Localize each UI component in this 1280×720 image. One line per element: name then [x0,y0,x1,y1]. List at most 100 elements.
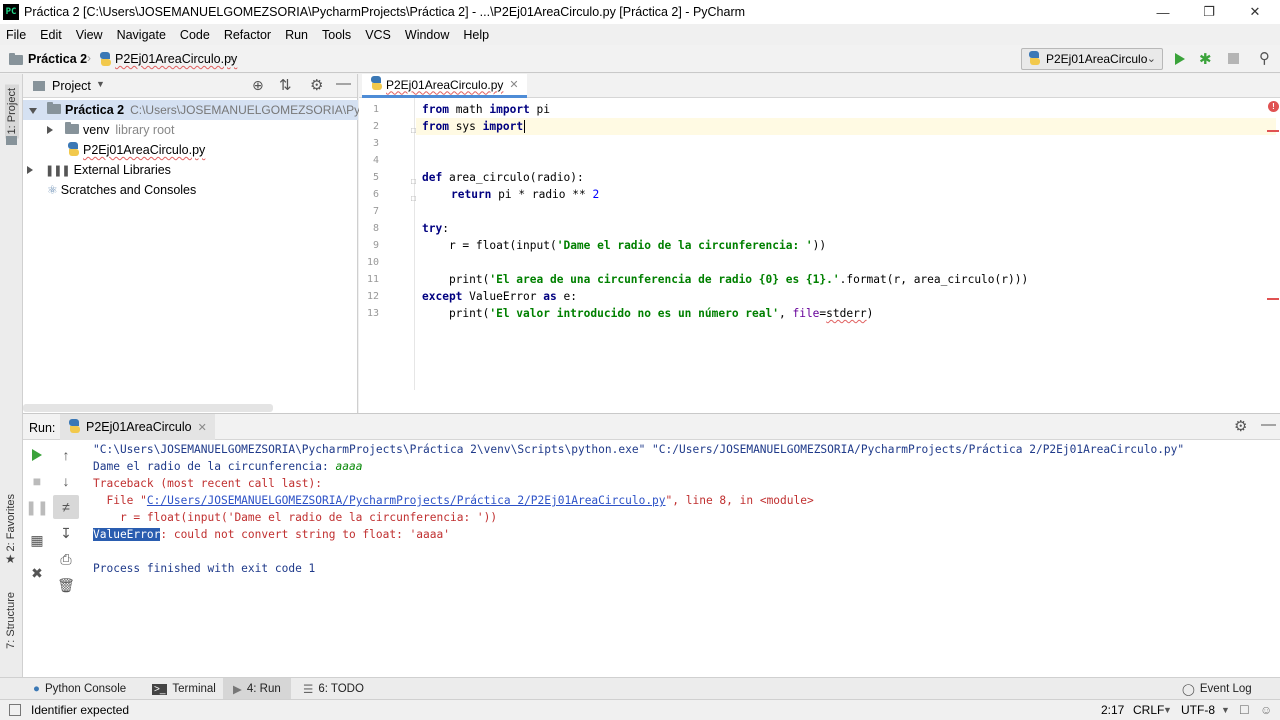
gear-icon[interactable]: ⚙ [310,76,323,94]
hide-panel-icon[interactable]: — [1261,416,1276,433]
menu-help[interactable]: Help [456,28,496,42]
structure-tool-tab[interactable]: 7: Structure [5,592,17,649]
toggle-tool-windows-icon[interactable] [9,704,21,716]
collapse-all-icon[interactable]: ⇅ [279,76,292,94]
run-configuration-select[interactable]: P2Ej01AreaCirculo ⌄ [1021,48,1163,70]
chevron-down-icon[interactable]: ▼ [96,79,105,89]
output-traceback-code: r = float(input('Dame el radio de la cir… [93,511,498,524]
code-line-2[interactable]: from sys import [422,120,532,133]
project-panel-title[interactable]: Project [52,79,91,93]
run-icon: ▶ [233,684,242,696]
window-title: Práctica 2 [C:\Users\JOSEMANUELGOMEZSORI… [24,5,746,19]
run-config-label: P2Ej01AreaCirculo [1046,52,1148,66]
folder-icon [65,122,79,137]
tree-item-venv[interactable]: venv library root [23,120,174,140]
breadcrumb-file[interactable]: P2Ej01AreaCirculo.py [115,52,237,66]
menu-navigate[interactable]: Navigate [110,28,173,42]
line-number: 3 [372,138,379,149]
selected-error-name[interactable]: ValueError [93,528,161,541]
tree-root-project[interactable]: Práctica 2 C:\Users\JOSEMANUELGOMEZSORIA… [23,100,379,120]
trash-icon[interactable]: 🗑 [53,573,79,597]
down-arrow-icon[interactable]: ↓ [53,469,79,493]
editor-tab[interactable]: P2Ej01AreaCirculo.py ✕ [362,74,527,98]
fold-marker-icon[interactable]: □ [411,177,416,186]
file-encoding[interactable]: UTF-8 [1181,703,1215,717]
python-file-icon [68,418,80,436]
rerun-button[interactable] [24,443,50,467]
gear-icon[interactable]: ⚙ [1234,417,1247,435]
menu-window[interactable]: Window [398,28,456,42]
python-file-icon [99,52,111,69]
minimize-button[interactable]: — [1140,0,1186,24]
line-number: 13 [366,308,379,319]
code-line-11[interactable]: print('El area de una circunferencia de … [422,273,1028,286]
breadcrumb-separator-icon: › [229,51,233,65]
menu-vcs[interactable]: VCS [358,28,398,42]
inspector-icon[interactable]: ☺ [1260,703,1272,717]
run-tab[interactable]: P2Ej01AreaCirculo ✕ [60,414,215,440]
menu-tools[interactable]: Tools [315,28,358,42]
close-window-button[interactable]: ✕ [1232,0,1278,24]
project-panel: Project ▼ ⊕ ⇅ ⚙ — Práctica 2 C:\Users\JO… [23,74,379,413]
code-line-6[interactable]: return pi * radio ** 2 [451,188,599,201]
horizontal-scrollbar[interactable] [23,404,273,412]
debug-bug-icon[interactable]: ✱ [1199,50,1212,68]
code-line-8[interactable]: try: [422,222,449,235]
breadcrumb-project[interactable]: Práctica 2 [28,52,87,66]
code-line-9[interactable]: r = float(input('Dame el radio de la cir… [422,239,826,252]
run-tool-tab[interactable]: ▶ 4: Run [223,678,291,700]
error-indicator-icon[interactable]: ! [1268,101,1279,112]
menu-view[interactable]: View [69,28,110,42]
error-stripe-marker[interactable] [1267,130,1279,132]
code-line-5[interactable]: def area_circulo(radio): [422,171,584,184]
code-line-1[interactable]: from math import pi [422,103,550,116]
up-arrow-icon[interactable]: ↑ [53,443,79,467]
menu-refactor[interactable]: Refactor [217,28,278,42]
python-file-icon [370,76,382,93]
tree-item-file[interactable]: P2Ej01AreaCirculo.py [23,140,205,160]
search-everywhere-icon[interactable]: ⚲ [1259,49,1270,67]
error-stripe-marker[interactable] [1267,298,1279,300]
todo-tab[interactable]: ☰ 6: TODO [303,678,364,700]
lock-icon[interactable]: ☐ [1239,703,1250,717]
terminal-tab[interactable]: >_ Terminal [152,678,216,700]
favorites-tool-tab[interactable]: 2: Favorites [5,494,17,551]
event-log-tab[interactable]: ◯ Event Log [1182,678,1252,700]
line-separator[interactable]: CRLF [1133,703,1164,717]
close-tab-icon[interactable]: ✕ [509,78,518,91]
code-line-12[interactable]: except ValueError as e: [422,290,577,303]
traceback-file-link[interactable]: C:/Users/JOSEMANUELGOMEZSORIA/PycharmPro… [147,494,666,507]
line-number: 11 [366,274,379,285]
menu-code[interactable]: Code [173,28,217,42]
locate-target-icon[interactable]: ⊕ [252,77,264,94]
hide-panel-icon[interactable]: — [336,75,351,92]
close-tab-icon[interactable]: ✕ [198,421,207,434]
python-console-icon: ● [33,683,40,695]
breadcrumb-separator-icon: › [87,51,91,65]
star-icon: ★ [5,552,16,566]
pin-icon[interactable]: ✖ [24,561,50,585]
menu-edit[interactable]: Edit [33,28,69,42]
soft-wrap-icon[interactable]: ≠ [53,495,79,519]
python-console-tab[interactable]: ● Python Console [33,678,126,700]
layout-icon[interactable]: ▦ [24,528,50,552]
tree-item-external-libraries[interactable]: ❚❚❚ External Libraries [23,160,171,180]
menu-run[interactable]: Run [278,28,315,42]
project-tool-tab[interactable]: 1: Project [5,84,19,139]
print-icon[interactable]: ⎙ [53,547,79,571]
restore-button[interactable]: ❐ [1186,0,1232,24]
fold-marker-icon[interactable]: □ [411,126,416,135]
caret-position[interactable]: 2:17 [1101,703,1124,717]
run-button[interactable] [1175,53,1185,65]
tree-item-scratches[interactable]: ⚛ Scratches and Consoles [23,180,196,200]
pause-icon[interactable]: ❚❚ [24,495,50,519]
code-line-13[interactable]: print('El valor introducido no es un núm… [422,307,873,320]
scroll-to-end-icon[interactable]: ↧ [53,521,79,545]
python-file-icon [1028,50,1040,68]
status-bar: Identifier expected 2:17 CRLF ▼ UTF-8 ▼ … [0,699,1280,720]
menu-file[interactable]: File [0,28,33,42]
stop-button[interactable] [1228,53,1239,64]
bottom-tool-tabs: ● Python Console >_ Terminal ▶ 4: Run ☰ 6: T… [0,677,1280,700]
fold-marker-icon[interactable]: □ [411,194,416,203]
stop-icon[interactable]: ■ [24,469,50,493]
